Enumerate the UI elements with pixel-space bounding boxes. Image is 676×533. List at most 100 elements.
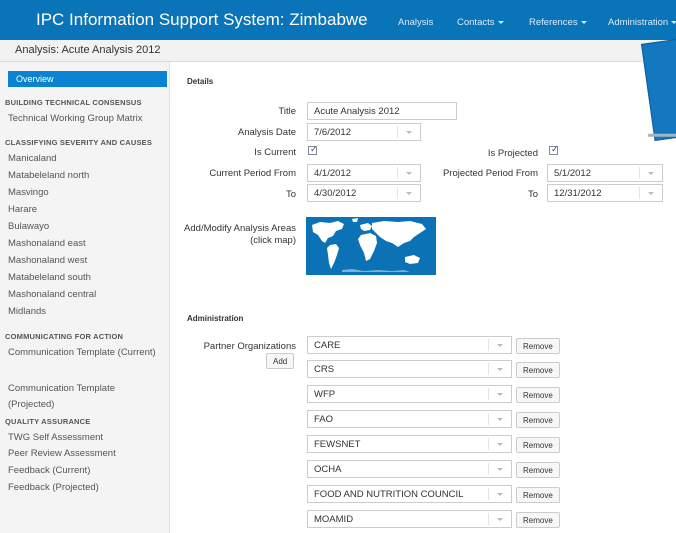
caret-down-icon — [671, 20, 676, 24]
sidebar-item[interactable]: Matabeleland north — [8, 168, 89, 184]
chevron-down-icon — [406, 172, 412, 175]
chevron-down-icon — [497, 468, 503, 471]
title-label: Title — [278, 106, 296, 117]
current-period-from-label: Current Period From — [209, 168, 296, 179]
caret-down-icon — [497, 20, 504, 24]
sidebar-item[interactable]: Communication Template (Projected) — [8, 381, 158, 413]
chevron-down-icon — [406, 131, 412, 134]
organization-select[interactable]: WFP — [307, 385, 512, 403]
step-ribbon: 3 — [641, 34, 676, 153]
chevron-down-icon — [497, 493, 503, 496]
organization-select[interactable]: MOAMID — [307, 510, 512, 528]
ribbon-shadow — [648, 133, 676, 137]
chevron-down-icon — [406, 192, 412, 195]
nav-references[interactable]: References — [529, 17, 587, 28]
remove-organization-button[interactable]: Remove — [516, 462, 560, 478]
nav-analysis[interactable]: Analysis — [398, 17, 433, 28]
analysis-date-value: 7/6/2012 — [314, 127, 351, 138]
caret-down-icon — [580, 20, 587, 24]
nav-contacts-label: Contacts — [457, 17, 495, 28]
sidebar-item[interactable]: Technical Working Group Matrix — [8, 111, 142, 127]
organization-value: MOAMID — [314, 514, 354, 525]
nav-analysis-label: Analysis — [398, 17, 434, 28]
partner-organizations-label: Partner Organizations — [203, 341, 296, 352]
analysis-areas-hint: (click map) — [250, 235, 296, 246]
sidebar-item[interactable]: Manicaland — [8, 151, 57, 167]
organization-select[interactable]: OCHA — [307, 460, 512, 478]
nav-administration[interactable]: Administration — [608, 17, 676, 28]
page-title: Analysis: Acute Analysis 2012 — [15, 44, 161, 56]
administration-section-heading: Administration — [187, 314, 244, 323]
add-organization-button[interactable]: Add — [266, 353, 295, 369]
sidebar-item[interactable]: Harare — [8, 202, 37, 218]
analysis-areas-label: Add/Modify Analysis Areas — [184, 223, 296, 234]
organization-value: CRS — [314, 364, 335, 375]
organization-select[interactable]: FAO — [307, 410, 512, 428]
organization-select[interactable]: CARE — [307, 336, 512, 354]
organization-select[interactable]: FOOD AND NUTRITION COUNCIL — [307, 485, 512, 503]
sidebar-item[interactable]: Feedback (Projected) — [8, 480, 99, 496]
remove-organization-button[interactable]: Remove — [516, 487, 560, 503]
title-input[interactable]: Acute Analysis 2012 — [307, 102, 457, 120]
organization-value: FOOD AND NUTRITION COUNCIL — [314, 489, 464, 500]
analysis-date-select[interactable]: 7/6/2012 — [307, 123, 421, 141]
is-current-checkbox[interactable]: ✓ — [308, 144, 318, 155]
nav-contacts[interactable]: Contacts — [457, 17, 504, 28]
world-map[interactable] — [306, 217, 436, 275]
step-ribbon-face: 3 — [641, 34, 676, 142]
checkmark-icon: ✓ — [551, 144, 559, 154]
organization-value: FEWSNET — [314, 439, 361, 450]
projected-period-from-select[interactable]: 5/1/2012 — [547, 164, 663, 182]
organization-value: OCHA — [314, 464, 342, 475]
chevron-down-icon — [648, 192, 654, 195]
sidebar-item[interactable]: Mashonaland west — [8, 253, 87, 269]
sidebar-item[interactable]: Matabeleland south — [8, 270, 91, 286]
is-current-label: Is Current — [254, 147, 296, 158]
page-title-bar: Analysis: Acute Analysis 2012 — [0, 40, 676, 62]
sidebar-item[interactable]: Peer Review Assessment — [8, 446, 116, 462]
sidebar-item[interactable]: Mashonaland east — [8, 236, 86, 252]
remove-organization-button[interactable]: Remove — [516, 412, 560, 428]
is-projected-label: Is Projected — [487, 148, 538, 159]
sidebar-item-overview[interactable]: Overview — [8, 71, 167, 87]
sidebar-heading: COMMUNICATING FOR ACTION — [5, 332, 124, 341]
sidebar-heading: BUILDING TECHNICAL CONSENSUS — [5, 98, 142, 107]
chevron-down-icon — [497, 518, 503, 521]
projected-period-to-select[interactable]: 12/31/2012 — [547, 184, 663, 202]
sidebar-item[interactable]: Mashonaland central — [8, 287, 96, 303]
organization-select[interactable]: FEWSNET — [307, 435, 512, 453]
projected-period-from-value: 5/1/2012 — [554, 168, 591, 179]
remove-organization-button[interactable]: Remove — [516, 512, 560, 528]
current-period-from-select[interactable]: 4/1/2012 — [307, 164, 421, 182]
sidebar-item[interactable]: Bulawayo — [8, 219, 49, 235]
sidebar-item[interactable]: Masvingo — [8, 185, 49, 201]
details-section-heading: Details — [187, 77, 214, 86]
organization-select[interactable]: CRS — [307, 360, 512, 378]
organization-value: CARE — [314, 340, 341, 351]
current-period-to-value: 4/30/2012 — [314, 188, 357, 199]
sidebar-item[interactable]: TWG Self Assessment — [8, 430, 103, 446]
projected-period-to-label: To — [527, 189, 538, 200]
current-period-to-label: To — [285, 189, 296, 200]
chevron-down-icon — [648, 172, 654, 175]
world-map-icon — [312, 218, 426, 272]
sidebar-item[interactable]: Midlands — [8, 304, 46, 320]
nav-references-label: References — [529, 17, 578, 28]
remove-organization-button[interactable]: Remove — [516, 437, 560, 453]
is-projected-checkbox[interactable]: ✓ — [549, 144, 559, 155]
projected-period-to-value: 12/31/2012 — [554, 188, 602, 199]
organization-value: WFP — [314, 389, 336, 400]
sidebar-item[interactable]: Communication Template (Current) — [8, 345, 158, 361]
app-title: IPC Information Support System: Zimbabwe — [36, 10, 368, 29]
chevron-down-icon — [497, 393, 503, 396]
sidebar-item[interactable]: Feedback (Current) — [8, 463, 90, 479]
sidebar-heading: CLASSIFYING SEVERITY AND CAUSES — [5, 138, 153, 147]
chevron-down-icon — [497, 443, 503, 446]
current-period-from-value: 4/1/2012 — [314, 168, 351, 179]
remove-organization-button[interactable]: Remove — [516, 362, 560, 378]
nav-administration-label: Administration — [608, 17, 669, 28]
remove-organization-button[interactable]: Remove — [516, 387, 560, 403]
sidebar: Overview BUILDING TECHNICAL CONSENSUS Te… — [0, 62, 170, 533]
remove-organization-button[interactable]: Remove — [516, 338, 560, 354]
current-period-to-select[interactable]: 4/30/2012 — [307, 184, 421, 202]
